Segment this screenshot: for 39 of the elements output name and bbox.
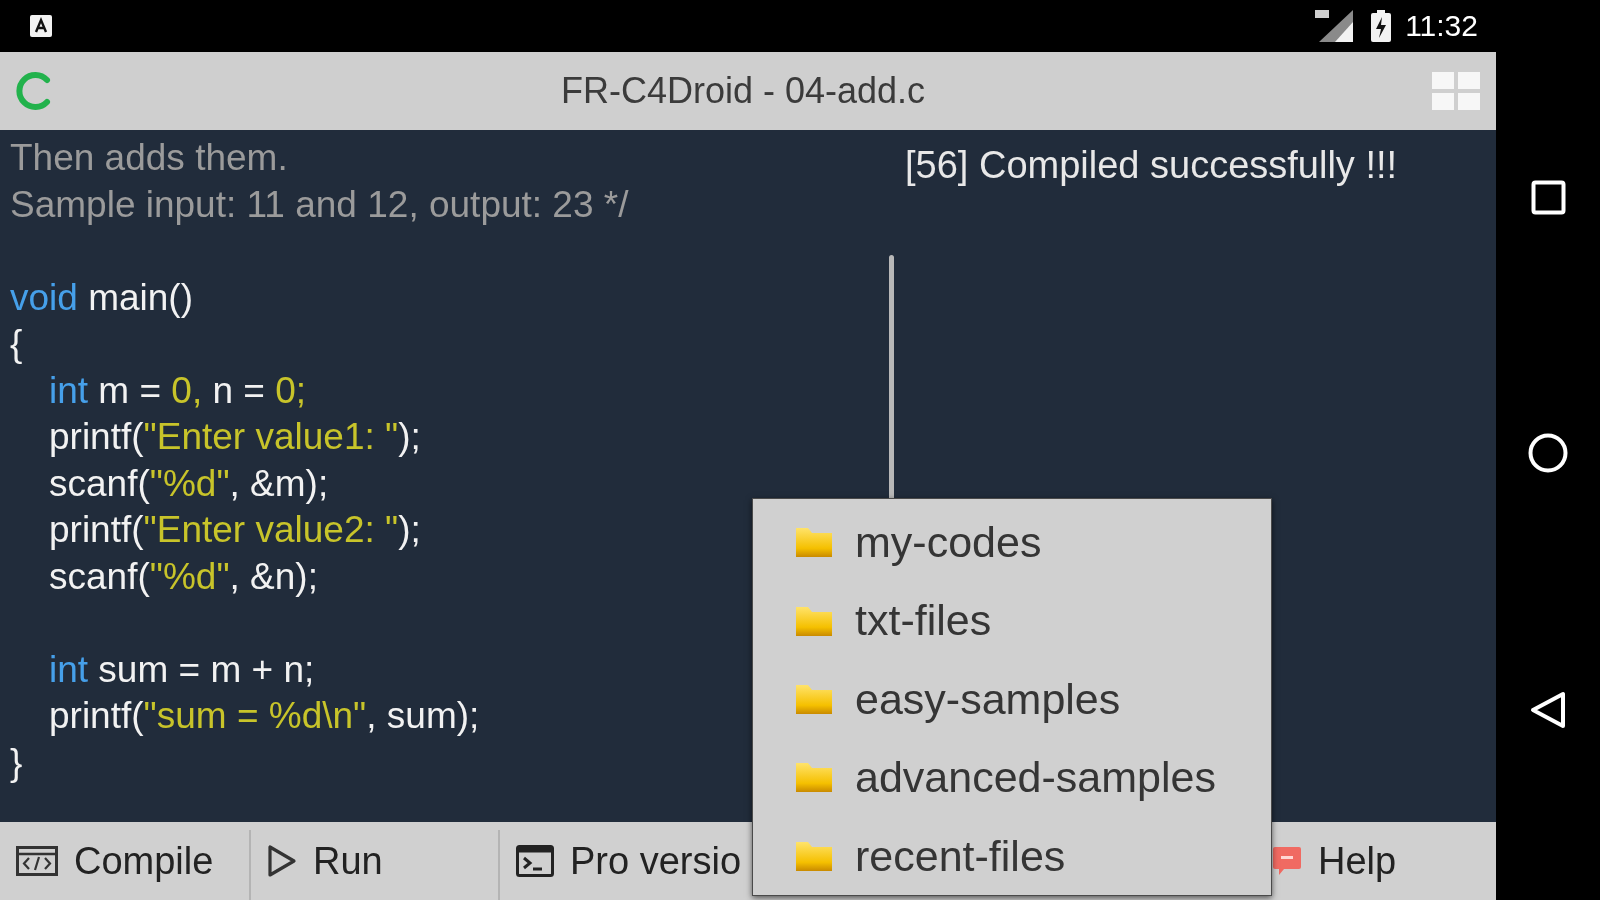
code-line: void main(): [10, 275, 193, 320]
notification-icon: [30, 15, 52, 37]
folder-icon: [795, 761, 833, 794]
code-line: int sum = m + n;: [49, 647, 315, 692]
code-window-icon: [16, 846, 58, 876]
menu-item[interactable]: txt-files: [753, 581, 1271, 660]
status-message: [56] Compiled successfully !!!: [905, 143, 1398, 188]
menu-item[interactable]: advanced-samples: [753, 738, 1271, 817]
terminal-icon: [516, 845, 554, 877]
folder-icon: [795, 604, 833, 637]
play-icon: [267, 844, 297, 878]
menu-item[interactable]: recent-files: [753, 816, 1271, 896]
circle-nav-icon[interactable]: [1528, 433, 1568, 473]
toolbar-button[interactable]: Compile: [0, 830, 249, 900]
status-time: 11:32: [1405, 11, 1478, 41]
folder-icon: [795, 839, 833, 872]
square-nav-icon[interactable]: [1530, 180, 1566, 215]
code-line: printf("Enter value1: ");: [49, 415, 421, 459]
code-line: Then adds them.: [10, 136, 288, 180]
code-line: {: [10, 322, 23, 366]
toolbar-button[interactable]: Help: [1272, 830, 1496, 900]
toolbar-button[interactable]: Pro versio: [498, 830, 747, 900]
back-icon[interactable]: [1530, 691, 1566, 729]
toolbar-button[interactable]: Run: [249, 830, 498, 900]
code-line: printf("Enter value2: ");: [49, 508, 421, 552]
window-title: FR-C4Droid - 04-add.c: [560, 73, 926, 109]
speech-bubble-icon: [1272, 845, 1302, 877]
battery-icon: [1371, 10, 1392, 42]
menu-item[interactable]: easy-samples: [753, 659, 1271, 739]
code-line: scanf("%d", &n);: [49, 554, 318, 599]
code-line: scanf("%d", &m);: [49, 461, 329, 506]
code-line: int m = 0, n = 0;: [49, 368, 307, 413]
folder-icon: [795, 683, 833, 715]
menu-item[interactable]: my-codes: [753, 503, 1271, 582]
code-line: printf("sum = %d\n", sum);: [49, 694, 480, 738]
code-line: }: [10, 740, 23, 785]
folder-icon: [795, 526, 833, 559]
code-line: Sample input: 11 and 12, output: 23 */: [10, 182, 629, 227]
signal-icon: [1315, 10, 1354, 42]
